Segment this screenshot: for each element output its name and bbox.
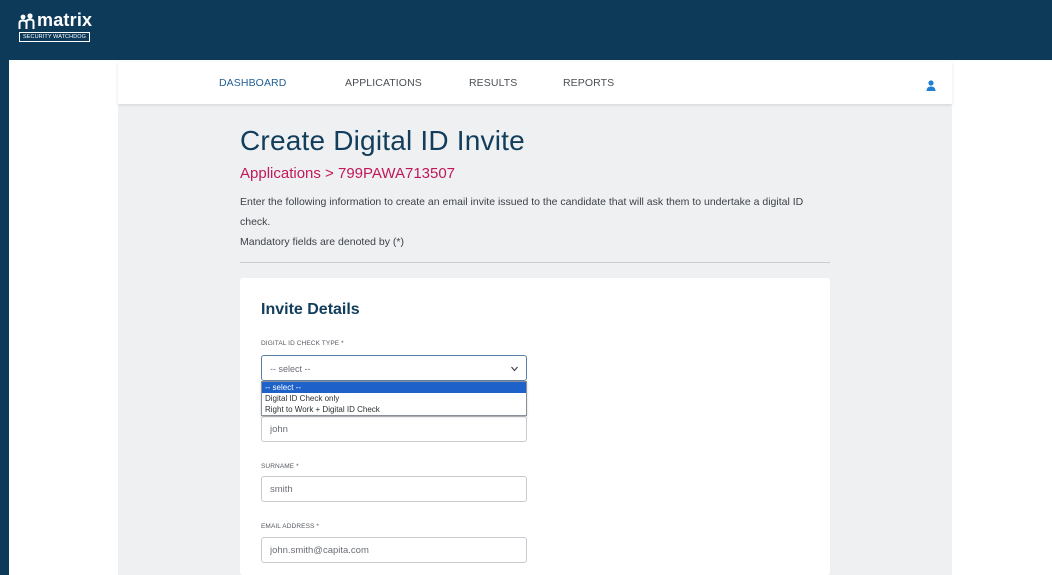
invite-details-card: Invite Details DIGITAL ID CHECK TYPE * -… — [240, 278, 830, 575]
brand-logo[interactable]: matrix SECURITY WATCHDOG — [18, 10, 110, 43]
brand-tagline: SECURITY WATCHDOG — [19, 32, 91, 42]
surname-input[interactable] — [261, 476, 527, 502]
top-header: matrix SECURITY WATCHDOG — [0, 0, 1052, 52]
option-select[interactable]: -- select -- — [262, 382, 526, 393]
page-title: Create Digital ID Invite — [240, 125, 525, 156]
people-logo-icon — [18, 13, 35, 29]
card-title: Invite Details — [261, 301, 360, 318]
mandatory-note: Mandatory fields are denoted by (*) — [240, 236, 405, 248]
section-divider — [240, 262, 830, 263]
intro-text: Enter the following information to creat… — [240, 196, 804, 228]
check-type-options: -- select -- Digital ID Check only Right… — [261, 381, 527, 416]
option-digital-id-only[interactable]: Digital ID Check only — [262, 393, 526, 404]
check-type-select[interactable]: -- select -- — [261, 355, 527, 381]
check-type-label: DIGITAL ID CHECK TYPE * — [261, 340, 344, 347]
breadcrumb-separator: > — [320, 165, 338, 182]
check-type-value: -- select -- — [270, 364, 311, 374]
forename-input[interactable] — [261, 416, 527, 442]
nav-results[interactable]: RESULTS — [469, 77, 517, 89]
email-label: EMAIL ADDRESS * — [261, 523, 319, 530]
option-right-to-work-digital-id[interactable]: Right to Work + Digital ID Check — [262, 404, 526, 415]
nav-dashboard[interactable]: DASHBOARD — [219, 77, 286, 89]
main-nav: DASHBOARD APPLICATIONS RESULTS REPORTS — [118, 62, 952, 104]
brand-name: matrix — [37, 10, 93, 30]
chevron-down-icon — [511, 366, 518, 372]
nav-applications[interactable]: APPLICATIONS — [345, 77, 422, 89]
surname-label: SURNAME * — [261, 463, 299, 470]
email-input[interactable] — [261, 537, 527, 563]
user-icon[interactable] — [926, 80, 936, 91]
nav-reports[interactable]: REPORTS — [563, 77, 614, 89]
breadcrumb: Applications > 799PAWA713507 — [240, 165, 455, 182]
breadcrumb-applications-link[interactable]: Applications — [240, 165, 321, 182]
breadcrumb-current: 799PAWA713507 — [338, 165, 456, 182]
